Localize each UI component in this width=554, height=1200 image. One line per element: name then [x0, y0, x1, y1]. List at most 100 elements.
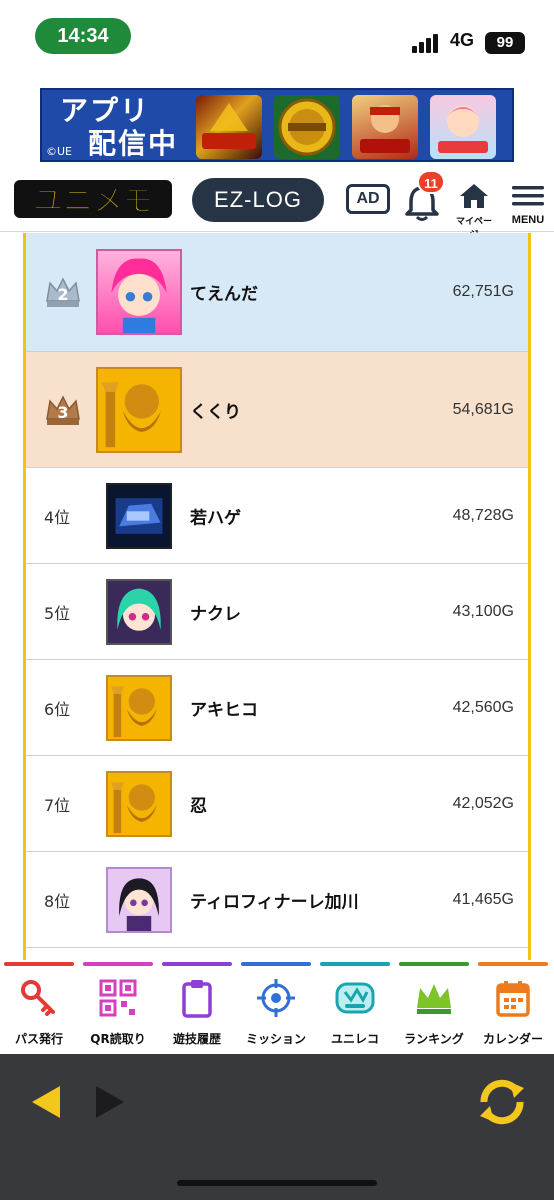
- ranking-row[interactable]: 6位 アキヒコ 42,560G: [26, 660, 528, 756]
- app-promo-banner[interactable]: アプリ 配信中 ©UE: [40, 88, 514, 162]
- player-name: アキヒコ: [190, 700, 258, 720]
- mypage-button[interactable]: マイページ: [452, 180, 496, 240]
- tab-label: QR読取り: [90, 1032, 146, 1046]
- tab-color-bar: [320, 962, 390, 966]
- player-name: ナクレ: [190, 604, 241, 624]
- ad-button[interactable]: AD: [346, 184, 390, 214]
- golden-statue-avatar: [96, 366, 182, 453]
- banner-line1: アプリ: [60, 94, 151, 127]
- ranking-row[interactable]: 7位 忍 42,052G: [26, 756, 528, 852]
- calendar-icon: [496, 981, 530, 1017]
- app-header: ユニメモ EZ-LOG AD マイページ MENU: [0, 168, 554, 240]
- hamburger-icon: [512, 186, 544, 206]
- rank-label: 5位: [44, 603, 71, 623]
- rank-label: 8位: [44, 891, 71, 911]
- tab-label: ユニレコ: [330, 1032, 379, 1046]
- tab-pass-issue[interactable]: パス発行: [0, 960, 78, 1054]
- banner-text: アプリ 配信中: [60, 94, 178, 160]
- tab-unireco[interactable]: ユニレコ: [316, 960, 394, 1054]
- logo-text: ユニメモ: [33, 184, 153, 219]
- status-time: 14:34: [35, 18, 131, 54]
- ranking-row[interactable]: 5位 ナクレ 43,100G: [26, 564, 528, 660]
- tab-color-bar: [478, 962, 548, 966]
- blue-machine-avatar: [106, 482, 172, 549]
- player-name: てえんだ: [190, 284, 258, 305]
- dark-hair-girl-avatar: [106, 866, 172, 933]
- ranking-row-partial[interactable]: [26, 948, 528, 960]
- bottom-tab-bar: パス発行 QR読取り 遊技履歴 ミッション ユニレコ ランキング カレンダー: [0, 960, 554, 1054]
- game-thumb-4: [430, 95, 496, 159]
- key-icon: [21, 980, 55, 1016]
- notification-badge: 11: [417, 170, 445, 194]
- tab-color-bar: [162, 962, 232, 966]
- tab-play-history[interactable]: 遊技履歴: [158, 960, 236, 1054]
- menu-label: MENU: [511, 214, 545, 226]
- player-score: 43,100G: [452, 602, 514, 620]
- bronze-crown-icon: 3: [46, 394, 80, 425]
- tab-calendar[interactable]: カレンダー: [474, 960, 552, 1054]
- rank-label: 4位: [44, 507, 71, 527]
- back-arrow-icon[interactable]: [28, 1082, 64, 1122]
- golden-statue-avatar: [106, 770, 172, 837]
- player-score: 62,751G: [452, 283, 514, 300]
- banner-line2: 配信中: [88, 127, 179, 160]
- status-bar: 14:34 4G 99: [0, 0, 554, 80]
- tab-color-bar: [399, 962, 469, 966]
- tab-color-bar: [241, 962, 311, 966]
- tab-label: パス発行: [14, 1032, 63, 1046]
- tab-color-bar: [83, 962, 153, 966]
- unireco-icon: [335, 982, 375, 1014]
- banner-copyright: ©UE: [46, 145, 73, 158]
- home-icon: [460, 184, 488, 208]
- rank-label: 6位: [44, 699, 71, 719]
- player-name: ティロフィナーレ加川: [190, 892, 359, 912]
- unimemo-logo[interactable]: ユニメモ: [12, 176, 174, 222]
- rank-number: 3: [57, 403, 68, 422]
- game-thumb-1: [196, 95, 262, 159]
- player-name: 若ハゲ: [190, 508, 241, 528]
- qr-icon: [99, 979, 137, 1017]
- battery-icon: 99: [485, 32, 525, 54]
- player-name: くくり: [190, 402, 241, 422]
- game-thumb-3: [352, 95, 418, 159]
- tab-label: カレンダー: [482, 1032, 543, 1046]
- ranking-row[interactable]: 8位 ティロフィナーレ加川 41,465G: [26, 852, 528, 948]
- signal-icon: [412, 33, 444, 53]
- green-hair-avatar: [106, 578, 172, 645]
- tab-qr-read[interactable]: QR読取り: [79, 960, 157, 1054]
- browser-nav-bar: [0, 1054, 554, 1200]
- clipboard-icon: [182, 980, 212, 1018]
- ranking-row[interactable]: 3 くくり 54,681G: [26, 352, 528, 468]
- battery-level: 99: [496, 34, 514, 51]
- player-score: 48,728G: [452, 506, 514, 524]
- tab-ranking[interactable]: ランキング: [395, 960, 473, 1054]
- ranking-row[interactable]: 2 てえんだ 62,751G: [26, 233, 528, 352]
- player-score: 42,560G: [452, 698, 514, 716]
- ranking-row[interactable]: 4位 若ハゲ 48,728G: [26, 468, 528, 564]
- tab-label: ランキング: [404, 1032, 464, 1046]
- target-icon: [257, 979, 295, 1017]
- rank-number: 2: [57, 285, 68, 304]
- ezlog-button[interactable]: EZ-LOG: [192, 178, 324, 222]
- menu-button[interactable]: MENU: [508, 180, 548, 228]
- pink-hair-avatar: [96, 249, 182, 335]
- ranking-list[interactable]: 2 てえんだ 62,751G 3 くくり 54,681G 4位 若ハゲ 48,7…: [23, 233, 531, 960]
- crown-icon: [417, 984, 451, 1014]
- reload-icon[interactable]: [474, 1074, 530, 1130]
- silver-crown-icon: 2: [46, 277, 80, 307]
- player-score: 42,052G: [452, 794, 514, 812]
- player-score: 41,465G: [452, 890, 514, 908]
- home-indicator[interactable]: [177, 1180, 377, 1186]
- tab-label: 遊技履歴: [172, 1032, 221, 1046]
- tab-label: ミッション: [245, 1032, 306, 1046]
- network-type: 4G: [450, 30, 475, 50]
- rank-label: 7位: [44, 795, 71, 815]
- golden-statue-avatar: [106, 674, 172, 741]
- app-screen: 14:34 4G 99 アプリ 配信中 ©UE ユニメモ EZ-LOG AD マ…: [0, 0, 554, 1200]
- player-name: 忍: [190, 796, 207, 816]
- forward-arrow-icon[interactable]: [92, 1082, 128, 1122]
- player-score: 54,681G: [452, 400, 514, 418]
- tab-mission[interactable]: ミッション: [237, 960, 315, 1054]
- game-thumb-2: [274, 95, 340, 159]
- tab-color-bar: [4, 962, 74, 966]
